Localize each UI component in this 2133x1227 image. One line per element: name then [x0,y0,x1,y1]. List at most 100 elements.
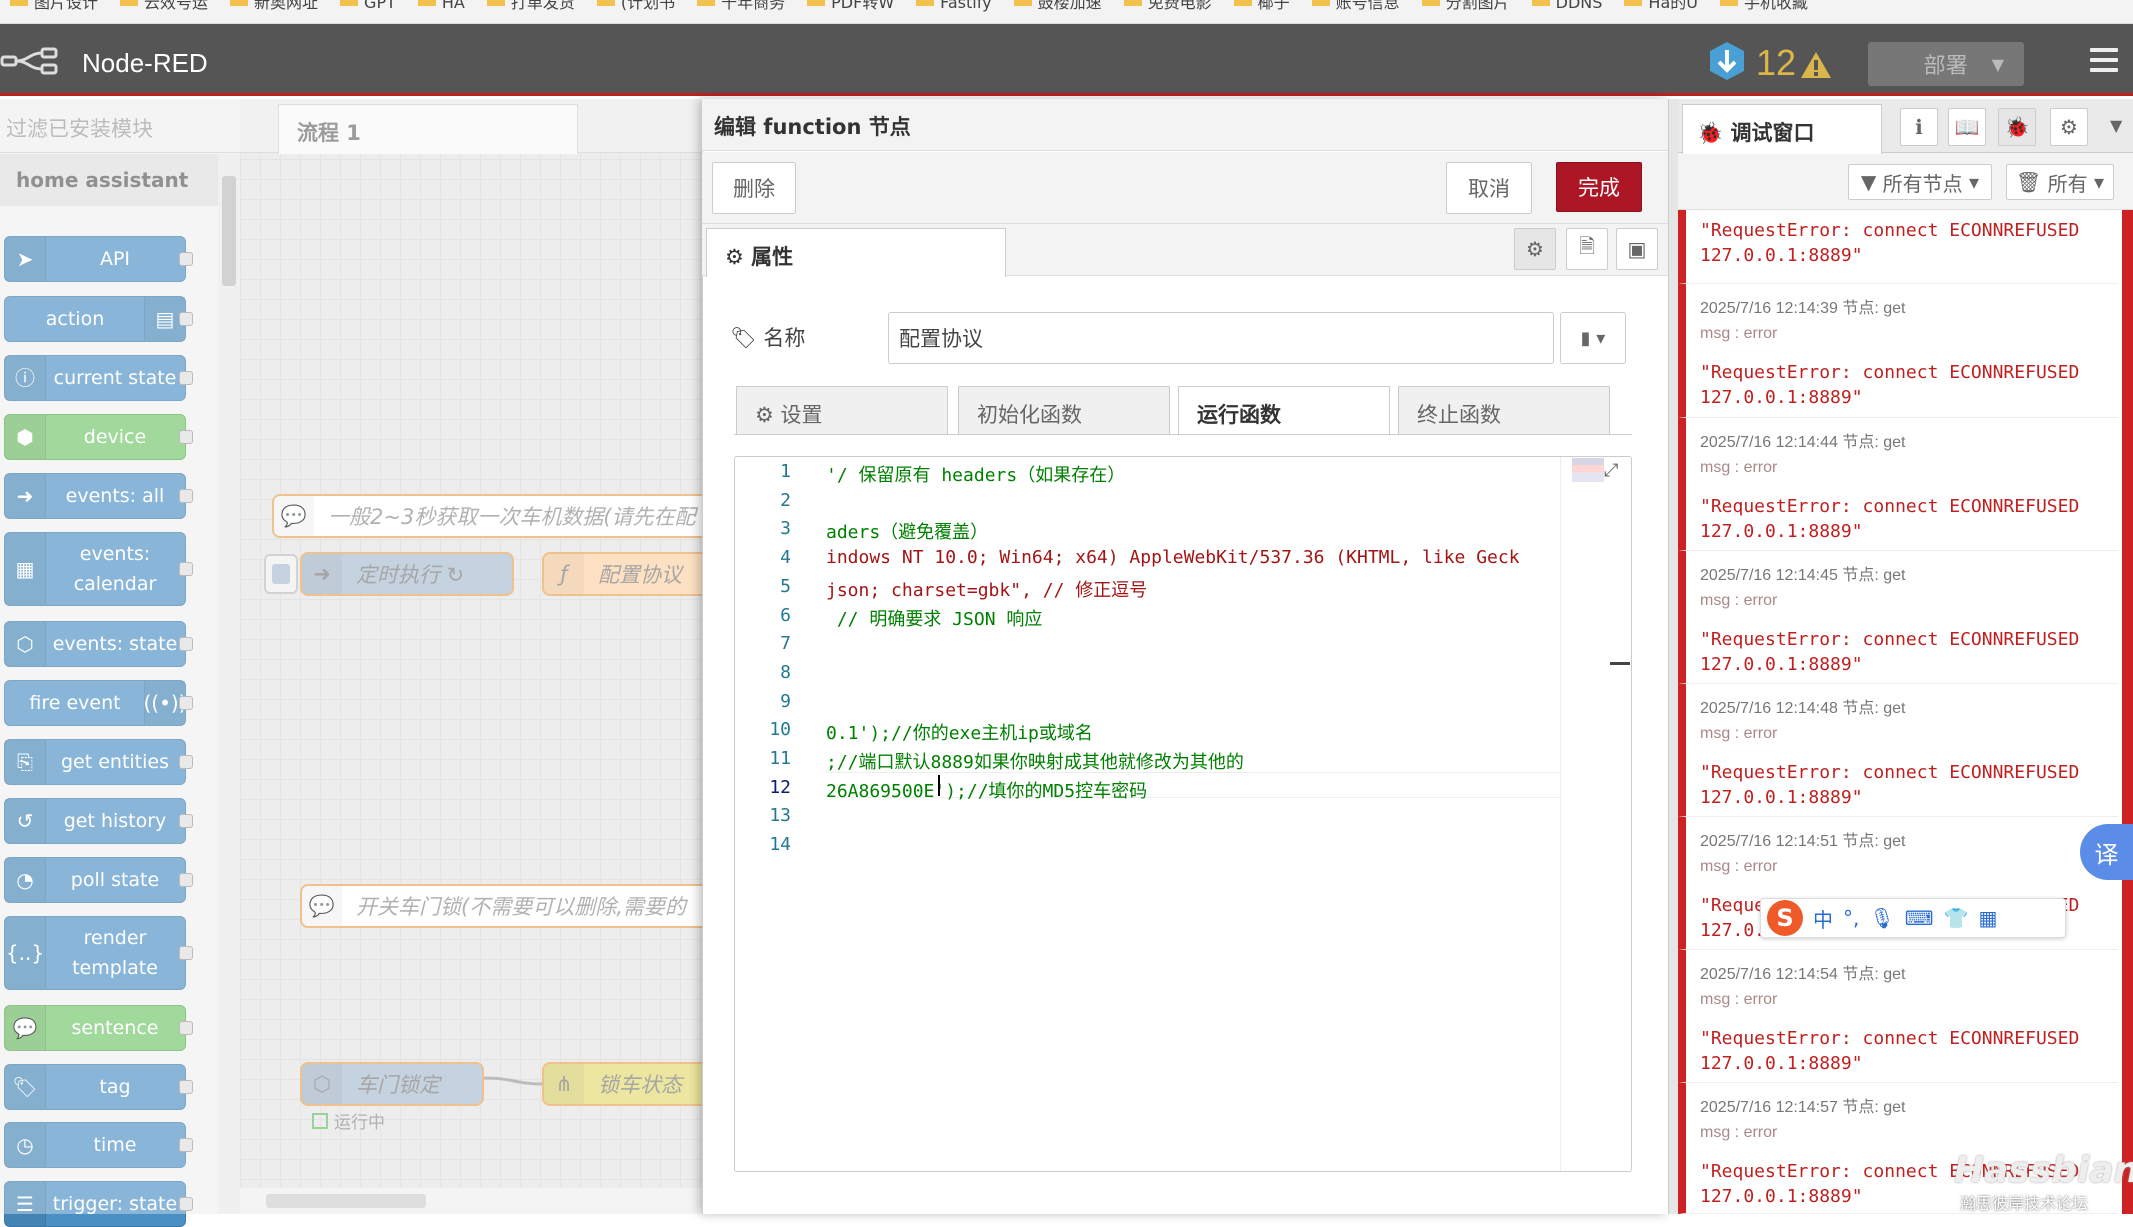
subtab[interactable]: 终止函数 [1398,386,1610,434]
chevron-down-icon[interactable]: ▼ [1992,55,2004,74]
bookmark-item[interactable]: 手机收藏 [1719,0,1808,11]
code-line[interactable]: ;//端口默认8889如果你映射成其他就修改为其他的 [826,748,1244,774]
bookmark-item[interactable]: GPT [340,0,396,11]
debug-meta[interactable]: 2025/7/16 12:14:57 节点: get [1700,1093,1906,1117]
code-line[interactable]: '/ 保留原有 headers（如果存在） [826,461,1125,487]
bookmark-item[interactable]: DDNS [1531,0,1602,11]
debug-message[interactable]: 2025/7/16 12:14:48 节点: get msg : error "Re… [1678,684,2118,817]
sogou-logo-icon[interactable]: S [1767,900,1803,936]
code-line[interactable]: 0.1');//你的exe主机ip或域名 [826,719,1093,745]
bookmark-item[interactable]: 鼓楼加速 [1013,0,1102,11]
subtab[interactable]: 运行函数 [1178,386,1390,435]
subtab-label: 终止函数 [1417,403,1501,427]
bookmark-item[interactable]: 椰子 [1233,0,1290,11]
tab-properties[interactable]: ⚙ 属性 [706,228,1006,277]
grid-icon[interactable]: ▦ [1979,906,1998,930]
code-line[interactable]: 26A869500E');//填你的MD5控车密码 [826,777,1147,803]
info-tab-button[interactable]: ℹ [1900,108,1938,146]
bug-icon: 🐞 [1697,121,1724,145]
folder-icon [1311,0,1330,6]
debug-value[interactable]: "RequestError: connect ECONNREFUSED 127.… [1700,360,2079,410]
bookmark-label: HA [441,0,465,12]
deploy-arrow-icon[interactable] [1708,40,1746,82]
tab-debug[interactable]: 🐞 调试窗口 [1682,104,1882,154]
bookmark-item[interactable]: 千年商务 [697,0,785,11]
tab-properties-label: 属性 [751,245,794,269]
bookmark-item[interactable]: 新奥网址 [230,0,318,11]
filter-nodes-button[interactable]: ▼ 所有节点 ▾ [1848,164,1992,200]
debug-message[interactable]: "RequestError: connect ECONNREFUSED 127.… [1678,210,2118,284]
bookmark-item[interactable]: 免费电影 [1123,0,1212,11]
microphone-icon[interactable]: 🎙 [1869,906,1894,930]
debug-meta[interactable]: 2025/7/16 12:14:54 节点: get [1700,960,1906,984]
warning-count[interactable]: 12 [1756,42,1796,84]
expand-icon[interactable]: ⤢ [1604,460,1628,484]
node-settings-button[interactable]: ⚙ [1514,228,1556,270]
done-button[interactable]: 完成 [1556,162,1642,212]
deploy-button[interactable]: 部署 ▼ [1868,42,2024,86]
bookmark-item[interactable]: (计划书 [596,0,675,11]
minimap[interactable] [1572,458,1604,482]
ime-toolbar[interactable]: S 中 °, 🎙 ⌨ 👕 ▦ [1760,898,2066,938]
debug-topic[interactable]: msg : error [1700,1124,1777,1142]
debug-value[interactable]: "RequestError: connect ECONNREFUSED 127.… [1700,218,2079,268]
delete-button[interactable]: 删除 [712,162,796,214]
bookmark-item[interactable]: Ha的U [1624,0,1698,11]
keyboard-icon[interactable]: ⌨ [1905,906,1934,930]
sidebar-separator[interactable] [1668,99,1678,1214]
debug-value[interactable]: "RequestError: connect ECONNREFUSED 127.… [1700,627,2079,677]
debug-message[interactable]: 2025/7/16 12:14:54 节点: get msg : error "Re… [1678,950,2118,1083]
debug-value[interactable]: "RequestError: connect ECONNREFUSED 127.… [1700,760,2079,810]
bookmark-item[interactable]: 云效号运 [120,0,208,11]
debug-meta[interactable]: 2025/7/16 12:14:39 节点: get [1700,294,1906,318]
clear-debug-button[interactable]: 🗑 所有 ▾ [2006,164,2114,200]
debug-value[interactable]: "RequestError: connect ECONNREFUSED 127.… [1700,1026,2079,1076]
code-line[interactable]: indows NT 10.0; Win64; x64) AppleWebKit/… [826,547,1520,568]
name-input[interactable] [888,312,1554,364]
ime-mode[interactable]: 中 [1813,904,1833,933]
debug-topic[interactable]: msg : error [1700,991,1777,1009]
debug-meta[interactable]: 2025/7/16 12:14:44 节点: get [1700,428,1906,452]
debug-value[interactable]: "RequestError: connect ECONNREFUSED 127.… [1700,494,2079,544]
bookmark-item[interactable]: 分割图片 [1421,0,1510,11]
debug-meta[interactable]: 2025/7/16 12:14:51 节点: get [1700,827,1906,851]
icon-select-button[interactable]: ▮ ▾ [1560,312,1626,364]
code-line[interactable]: json; charset=gbk", // 修正逗号 [826,576,1147,602]
cancel-button[interactable]: 取消 [1446,162,1532,214]
sidebar-menu-chevron-icon[interactable]: ▼ [2110,116,2122,135]
ime-punct[interactable]: °, [1843,906,1859,930]
debug-meta[interactable]: 2025/7/16 12:14:45 节点: get [1700,561,1906,585]
config-tab-button[interactable]: ⚙ [2050,108,2088,146]
code-line[interactable]: // 明确要求 JSON 响应 [826,605,1043,631]
debug-topic[interactable]: msg : error [1700,725,1777,743]
debug-topic[interactable]: msg : error [1700,858,1777,876]
debug-meta[interactable]: 2025/7/16 12:14:48 节点: get [1700,694,1906,718]
debug-message[interactable]: 2025/7/16 12:14:45 节点: get msg : error "Re… [1678,551,2118,684]
folder-icon [486,0,505,6]
translate-button[interactable]: 译 [2080,824,2133,880]
main-menu-button[interactable] [2090,48,2118,74]
debug-topic[interactable]: msg : error [1700,459,1777,477]
bookmark-item[interactable]: 图片设计 [10,0,98,11]
debug-topic[interactable]: msg : error [1700,325,1777,343]
node-appearance-button[interactable]: ▣ [1616,228,1658,270]
bookmark-item[interactable]: 打单发货 [486,0,575,11]
debug-topic[interactable]: msg : error [1700,592,1777,610]
debug-message[interactable]: 2025/7/16 12:14:39 节点: get msg : error "Re… [1678,284,2118,418]
help-tab-button[interactable]: 📖 [1948,108,1986,146]
skin-icon[interactable]: 👕 [1944,906,1969,930]
tray-title: 编辑 function 节点 [702,99,1668,151]
bookmark-item[interactable]: 账号信息 [1311,0,1400,11]
subtab[interactable]: 初始化函数 [958,386,1170,434]
node-description-button[interactable]: 🗎 [1566,228,1608,270]
subtab[interactable]: ⚙ 设置 [736,386,948,434]
folder-icon [1719,0,1738,6]
bookmark-item[interactable]: PDF转W [807,0,894,11]
debug-scrollbar[interactable] [2122,210,2133,1214]
bookmark-item[interactable]: Fastify [916,0,992,11]
bookmark-item[interactable]: HA [417,0,465,12]
debug-message[interactable]: 2025/7/16 12:14:44 节点: get msg : error "Re… [1678,418,2118,551]
code-line[interactable]: aders（避免覆盖） [826,518,988,544]
warning-icon[interactable] [1800,50,1832,80]
debug-tab-button[interactable]: 🐞 [1998,108,2036,146]
